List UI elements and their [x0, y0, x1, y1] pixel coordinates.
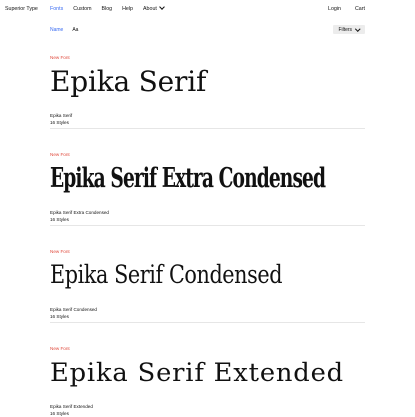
style-count: 16 Styles — [50, 314, 69, 319]
style-count: 16 Styles — [50, 217, 69, 222]
login-link[interactable]: Login — [328, 6, 341, 12]
style-count: 16 Styles — [50, 411, 69, 416]
sort-options: Name Aa — [50, 27, 87, 33]
nav-help[interactable]: Help — [122, 6, 133, 12]
font-entry[interactable]: New Font Epika Serif Epika Serif 16 Styl… — [50, 55, 365, 129]
new-font-badge: New Font — [50, 346, 70, 351]
account-nav: Login Cart — [314, 6, 365, 12]
font-specimen[interactable]: Epika Serif Condensed — [50, 260, 283, 289]
divider — [50, 225, 365, 226]
font-specimen[interactable]: Epika Serif Extra Condensed — [50, 163, 326, 194]
nav-about-label: About — [143, 6, 157, 12]
font-name: Epika Serif Extra Condensed — [50, 210, 109, 215]
brand-logo[interactable]: Superior Type — [5, 6, 38, 12]
nav-fonts[interactable]: Fonts — [50, 6, 63, 12]
top-navigation: Superior Type Fonts Custom Blog Help Abo… — [0, 0, 415, 20]
new-font-badge: New Font — [50, 55, 70, 60]
font-specimen[interactable]: Epika Serif — [50, 65, 206, 98]
catalog-toolbar: Name Aa Filters — [50, 25, 365, 35]
new-font-badge: New Font — [50, 249, 70, 254]
font-name: Epika Serif — [50, 113, 73, 118]
sort-by-aa[interactable]: Aa — [72, 27, 78, 33]
font-specimen[interactable]: Epika Serif Extended — [50, 358, 344, 387]
sort-by-name[interactable]: Name — [50, 27, 63, 33]
chevron-down-icon — [355, 26, 361, 31]
main-nav: Fonts Custom Blog Help About — [50, 4, 174, 12]
new-font-badge: New Font — [50, 152, 70, 157]
nav-custom[interactable]: Custom — [73, 6, 91, 12]
font-entry[interactable]: New Font Epika Serif Extended Epika Seri… — [50, 346, 365, 416]
font-name: Epika Serif Condensed — [50, 307, 97, 312]
filters-button[interactable]: Filters — [333, 25, 365, 34]
nav-about[interactable]: About — [143, 4, 165, 12]
font-name: Epika Serif Extended — [50, 404, 93, 409]
divider — [50, 128, 365, 129]
chevron-down-icon — [159, 4, 165, 10]
font-entry[interactable]: New Font Epika Serif Condensed Epika Ser… — [50, 249, 365, 323]
style-count: 16 Styles — [50, 120, 69, 125]
font-entry[interactable]: New Font Epika Serif Extra Condensed Epi… — [50, 152, 365, 226]
filters-label: Filters — [338, 26, 353, 33]
nav-blog[interactable]: Blog — [102, 6, 113, 12]
cart-link[interactable]: Cart — [355, 6, 365, 12]
divider — [50, 322, 365, 323]
